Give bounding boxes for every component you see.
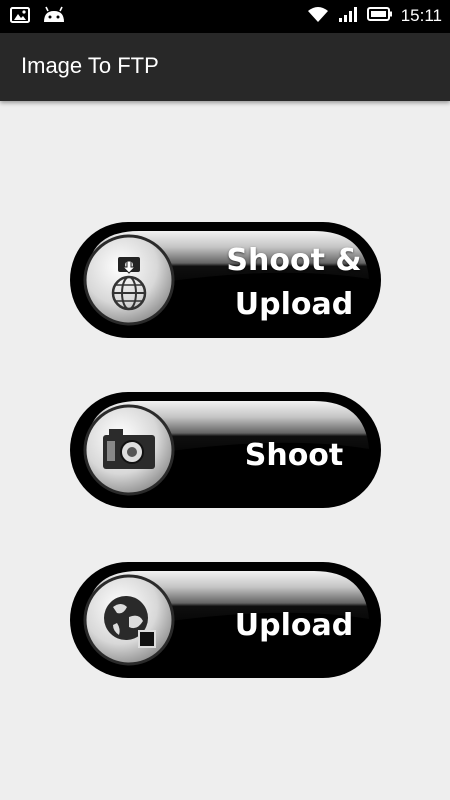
- android-icon: [42, 6, 66, 28]
- upload-button[interactable]: Upload: [69, 561, 382, 679]
- upload-label: Upload: [234, 608, 354, 643]
- signal-icon: [337, 5, 359, 27]
- wifi-icon: [307, 5, 329, 27]
- shoot-label: Shoot: [244, 438, 344, 473]
- shoot-and-upload-label-line1: Shoot &: [226, 243, 362, 278]
- status-time: 15:11: [400, 6, 442, 25]
- image-icon: [10, 6, 30, 28]
- shoot-and-upload-label-line2: Upload: [234, 287, 354, 322]
- battery-icon: [366, 5, 393, 27]
- status-bar: 15:11: [0, 0, 450, 33]
- shoot-button[interactable]: Shoot: [69, 391, 382, 509]
- shoot-and-upload-button[interactable]: Shoot & Upload: [69, 221, 382, 339]
- camera-icon: [103, 429, 155, 469]
- app-title: Image To FTP: [21, 53, 159, 78]
- app-bar: Image To FTP: [0, 33, 450, 101]
